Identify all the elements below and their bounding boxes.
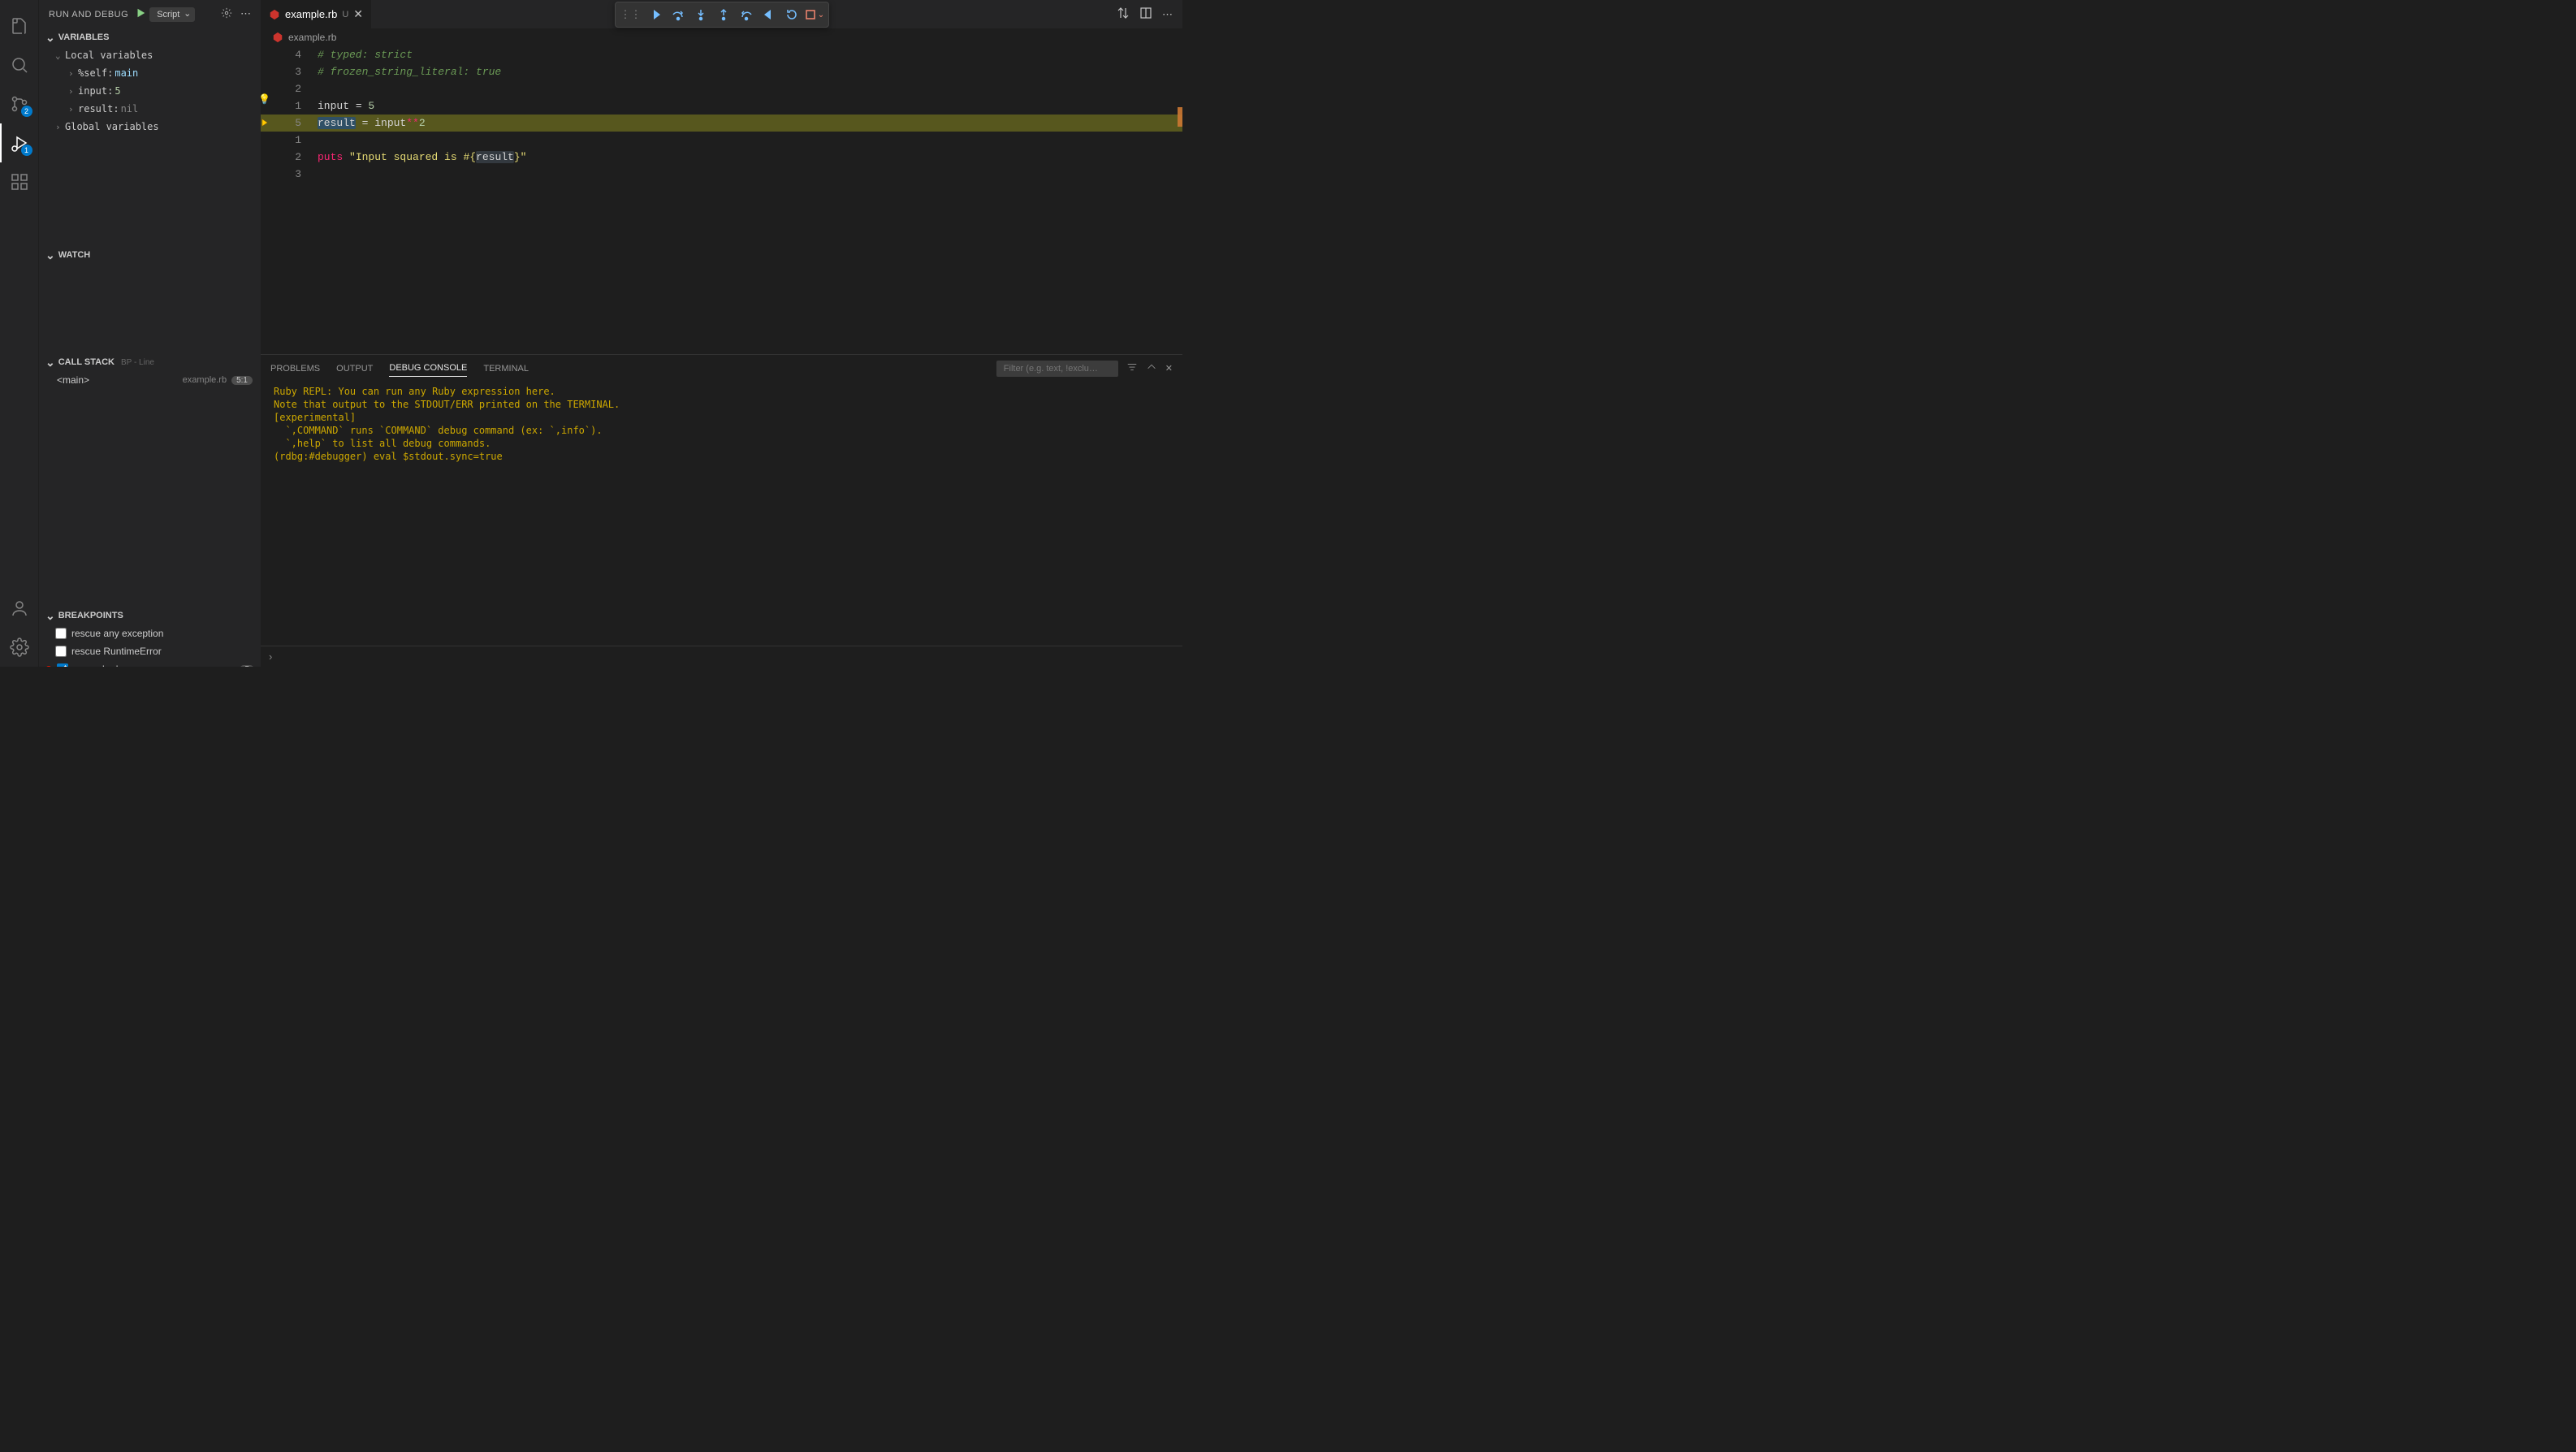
watch-header[interactable]: WATCH <box>39 246 261 264</box>
editor-line: 1 💡input = 5 <box>261 97 1182 115</box>
breadcrumb[interactable]: example.rb <box>261 28 1182 46</box>
compare-icon[interactable] <box>1117 6 1130 22</box>
panel-tab-output[interactable]: OUTPUT <box>336 361 373 377</box>
more-icon[interactable]: ⋯ <box>1162 8 1173 21</box>
code-editor[interactable]: 4 # typed: strict 3 # frozen_string_lite… <box>261 46 1182 354</box>
minimap-indicator <box>1178 107 1182 127</box>
debug-sidebar: RUN AND DEBUG Script ⋯ VARIABLES ⌄Local … <box>39 0 261 667</box>
variable-row[interactable]: ›result: nil <box>39 100 261 118</box>
extensions-icon[interactable] <box>0 162 39 201</box>
execution-pointer-icon <box>261 116 270 133</box>
app-root: 2 1 RUN AND DEBUG Script <box>0 0 1182 667</box>
debug-badge: 1 <box>21 145 32 156</box>
activity-bottom <box>0 589 39 667</box>
activity-bar: 2 1 <box>0 0 39 667</box>
local-variables-group[interactable]: ⌄Local variables <box>39 46 261 64</box>
breakpoint-checkbox[interactable] <box>55 646 67 657</box>
breakpoint-dot-icon <box>45 666 52 667</box>
scm-badge: 2 <box>21 106 32 117</box>
config-dropdown[interactable]: Script <box>149 7 195 22</box>
sidebar-actions: ⋯ <box>221 7 251 21</box>
editor-lines: 4 # typed: strict 3 # frozen_string_lite… <box>261 46 1182 183</box>
debug-console-output[interactable]: Ruby REPL: You can run any Ruby expressi… <box>261 382 1182 646</box>
breakpoint-row[interactable]: rescue any exception <box>39 624 261 642</box>
search-icon[interactable] <box>0 45 39 84</box>
debug-config: Script <box>135 7 195 22</box>
editor-line: 2 puts "Input squared is #{result}" <box>261 149 1182 166</box>
callstack-header[interactable]: CALL STACK BP - Line <box>39 353 261 371</box>
editor-line-current: 5 result = input**2 <box>261 115 1182 132</box>
repl-input-row[interactable]: › <box>261 646 1182 667</box>
restart-button[interactable] <box>781 4 802 25</box>
sidebar-header: RUN AND DEBUG Script ⋯ <box>39 0 261 28</box>
editor-line: 3 # frozen_string_literal: true <box>261 63 1182 80</box>
callstack-panel: CALL STACK BP - Line <main> example.rb 5… <box>39 353 261 607</box>
debug-toolbar[interactable]: ⋮⋮ ⌄ <box>615 2 829 28</box>
breakpoint-row[interactable]: rescue RuntimeError <box>39 642 261 660</box>
close-panel-icon[interactable]: ✕ <box>1165 363 1173 374</box>
variable-row[interactable]: ›input: 5 <box>39 82 261 100</box>
clear-console-icon[interactable] <box>1146 361 1157 375</box>
tab-bar: example.rb U ✕ ⋮⋮ ⌄ ⋯ <box>261 0 1182 28</box>
breakpoints-body: rescue any exception rescue RuntimeError… <box>39 624 261 667</box>
lightbulb-icon[interactable]: 💡 <box>261 92 270 109</box>
tab-actions: ⋯ <box>1117 0 1182 28</box>
callstack-info: BP - Line <box>121 358 154 367</box>
panel-tab-debug-console[interactable]: DEBUG CONSOLE <box>389 360 467 377</box>
ruby-icon <box>272 32 283 43</box>
breakpoint-checkbox[interactable] <box>57 663 68 667</box>
sidebar-title: RUN AND DEBUG <box>49 10 128 19</box>
global-variables-group[interactable]: ›Global variables <box>39 118 261 136</box>
watch-body <box>39 264 261 353</box>
variables-header[interactable]: VARIABLES <box>39 28 261 46</box>
step-back-button[interactable] <box>736 4 757 25</box>
stack-frame[interactable]: <main> example.rb 5:1 <box>39 371 261 389</box>
step-into-button[interactable] <box>690 4 711 25</box>
callstack-body: <main> example.rb 5:1 <box>39 371 261 607</box>
bottom-panel: PROBLEMS OUTPUT DEBUG CONSOLE TERMINAL ✕… <box>261 354 1182 667</box>
filter-input[interactable] <box>996 361 1118 377</box>
close-icon[interactable]: ✕ <box>353 7 363 21</box>
breakpoint-checkbox[interactable] <box>55 628 67 639</box>
accounts-icon[interactable] <box>0 589 39 628</box>
editor-line: 3 <box>261 166 1182 183</box>
panel-actions: ✕ <box>996 361 1173 377</box>
split-editor-icon[interactable] <box>1139 6 1152 22</box>
editor-line: 2 <box>261 80 1182 97</box>
panel-tab-terminal[interactable]: TERMINAL <box>483 361 529 377</box>
step-over-button[interactable] <box>668 4 689 25</box>
editor-line: 4 # typed: strict <box>261 46 1182 63</box>
variables-panel: VARIABLES ⌄Local variables ›%self: main … <box>39 28 261 246</box>
editor-tab[interactable]: example.rb U ✕ <box>261 0 372 28</box>
breakpoints-header[interactable]: BREAKPOINTS <box>39 607 261 624</box>
editor-line: 1 <box>261 132 1182 149</box>
run-debug-icon[interactable]: 1 <box>0 123 39 162</box>
stop-button[interactable]: ⌄ <box>804 4 825 25</box>
start-debug-button[interactable] <box>135 7 146 21</box>
reverse-button[interactable] <box>759 4 780 25</box>
ruby-icon <box>269 9 280 20</box>
breakpoints-panel: BREAKPOINTS rescue any exception rescue … <box>39 607 261 667</box>
panel-tabs: PROBLEMS OUTPUT DEBUG CONSOLE TERMINAL ✕ <box>261 355 1182 382</box>
tab-status: U <box>342 10 348 19</box>
variable-row[interactable]: ›%self: main <box>39 64 261 82</box>
variables-body: ⌄Local variables ›%self: main ›input: 5 … <box>39 46 261 246</box>
gear-icon[interactable] <box>221 7 232 21</box>
panel-tab-problems[interactable]: PROBLEMS <box>270 361 320 377</box>
step-out-button[interactable] <box>713 4 734 25</box>
main-area: example.rb U ✕ ⋮⋮ ⌄ ⋯ <box>261 0 1182 667</box>
explorer-icon[interactable] <box>0 6 39 45</box>
drag-grip-icon[interactable]: ⋮⋮ <box>619 8 643 21</box>
continue-button[interactable] <box>645 4 666 25</box>
repl-prompt-icon: › <box>269 650 272 663</box>
source-control-icon[interactable]: 2 <box>0 84 39 123</box>
watch-panel: WATCH <box>39 246 261 353</box>
ellipsis-icon[interactable]: ⋯ <box>240 7 251 21</box>
filter-settings-icon[interactable] <box>1126 361 1138 375</box>
settings-gear-icon[interactable] <box>0 628 39 667</box>
breakpoint-row[interactable]: example.rb 5 <box>39 660 261 667</box>
